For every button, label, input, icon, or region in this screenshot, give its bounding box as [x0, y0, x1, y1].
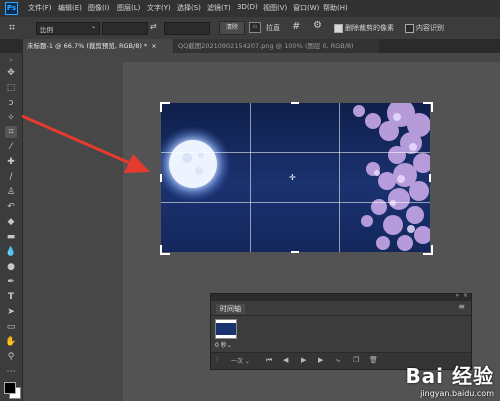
menu-item[interactable]: 选择(S) — [177, 3, 201, 13]
first-frame-icon[interactable]: ⏮ — [266, 356, 272, 365]
crop-center-marker: ✛ — [289, 173, 296, 182]
watermark-url: jingyan.baidu.com — [420, 389, 494, 398]
pen-tool-icon[interactable]: ✒ — [5, 276, 17, 288]
swap-icon[interactable]: ⇄ — [150, 22, 157, 31]
tab-untitled-1[interactable]: 未标题-1 @ 66.7% (裁剪预览, RGB/8) * × — [23, 39, 173, 53]
ratio-select[interactable]: 比例 ⌄ — [36, 22, 100, 35]
close-panel-icon[interactable]: × — [463, 292, 468, 299]
crop-preview-image[interactable]: ✛ — [161, 103, 430, 252]
lasso-tool-icon[interactable]: ↄ — [5, 97, 17, 109]
timeline-tab[interactable]: 时间轴 — [216, 304, 245, 314]
menu-bar: Ps 文件(F) 编辑(E) 图像(I) 图层(L) 文字(Y) 选择(S) 滤镜(T) 3D… — [0, 0, 500, 17]
crop-corner-handle[interactable] — [423, 245, 433, 255]
collapse-panel-icon[interactable]: » — [455, 292, 459, 299]
timeline-tab-row: 时间轴 ≡ — [211, 301, 471, 316]
delete-pixels-checkbox[interactable] — [334, 24, 343, 33]
ratio-select-value: 比例 — [40, 26, 53, 34]
tab-label: 未标题-1 @ 66.7% (裁剪预览, RGB/8) * — [27, 42, 148, 50]
type-tool-icon[interactable]: T — [5, 291, 17, 303]
hand-tool-icon[interactable]: ✋ — [5, 336, 17, 348]
crop-edge-handle[interactable] — [291, 251, 299, 253]
gear-icon[interactable]: ⚙ — [313, 20, 322, 31]
crop-tool-icon[interactable]: ⌗ — [5, 21, 19, 35]
content-aware-checkbox[interactable] — [405, 24, 414, 33]
content-aware-label: 内容识别 — [416, 24, 444, 32]
height-field[interactable] — [164, 22, 210, 35]
crop-edge-handle[interactable] — [291, 102, 299, 104]
tween-icon[interactable]: ⤷ — [336, 356, 340, 365]
dodge-tool-icon[interactable]: ● — [5, 261, 17, 273]
crop-edge-handle[interactable] — [429, 174, 431, 182]
menu-item[interactable]: 图像(I) — [88, 3, 110, 13]
annotation-arrow — [21, 114, 150, 173]
chevron-down-icon: ⌄ — [90, 23, 96, 30]
more-tools-icon[interactable]: ⋯ — [5, 366, 17, 378]
crop-grid-line — [161, 152, 430, 153]
menu-item[interactable]: 文字(Y) — [147, 3, 171, 13]
previous-frame-icon[interactable]: ◀ — [283, 356, 288, 364]
moon — [169, 140, 217, 188]
tab-qq-screenshot[interactable]: QQ截图20210902154207.png @ 100% (图层 0, RGB… — [174, 39, 379, 53]
loop-select[interactable]: 一次 ⌄ — [231, 356, 250, 365]
straighten-icon[interactable]: ▭ — [249, 22, 261, 33]
document-tab-bar: 未标题-1 @ 66.7% (裁剪预览, RGB/8) * × QQ截图2021… — [0, 39, 500, 53]
eraser-tool-icon[interactable]: ◆ — [5, 216, 17, 228]
grid-overlay-icon[interactable]: # — [292, 21, 300, 32]
photoshop-logo-icon: Ps — [5, 2, 18, 15]
crop-edge-handle[interactable] — [160, 174, 162, 182]
panel-header-bar: » × — [211, 292, 471, 301]
convert-icon[interactable]: ⫶ — [216, 356, 218, 365]
marquee-tool-icon[interactable]: ⬚ — [5, 82, 17, 94]
rectangle-tool-icon[interactable]: ▭ — [5, 321, 17, 333]
timeline-panel: » × 时间轴 ≡ 0 秒⌄ ⫶ 一次 ⌄ ⏮ ◀ ▶ ▶ ⤷ ❐ 🗑 — [210, 292, 472, 370]
zoom-tool-icon[interactable]: ⚲ — [5, 351, 17, 363]
tab-label: QQ截图20210902154207.png @ 100% (图层 0, RGB… — [178, 42, 354, 50]
blur-tool-icon[interactable]: 💧 — [5, 246, 17, 258]
crop-grid-line — [339, 103, 340, 252]
stamp-tool-icon[interactable]: ♙ — [5, 186, 17, 198]
menu-item[interactable]: 滤镜(T) — [207, 3, 231, 13]
frame-thumbnail[interactable] — [215, 319, 237, 339]
options-bar: ⌗ 比例 ⌄ ⇄ 清除 ▭ 拉直 # ⚙ 删除裁剪的像素 内容识别 — [0, 17, 500, 40]
duplicate-frame-icon[interactable]: ❐ — [353, 356, 359, 364]
menu-item[interactable]: 编辑(E) — [58, 3, 82, 13]
menu-item[interactable]: 窗口(W) — [293, 3, 319, 13]
delete-pixels-label: 删除裁剪的像素 — [345, 24, 394, 32]
collapse-icon[interactable]: » — [5, 55, 17, 67]
play-icon[interactable]: ▶ — [301, 356, 306, 364]
crop-grid-line — [250, 103, 251, 252]
crop-corner-handle[interactable] — [160, 102, 170, 112]
gradient-tool-icon[interactable]: ▬ — [5, 231, 17, 243]
crop-corner-handle[interactable] — [423, 102, 433, 112]
crop-grid-line — [161, 202, 430, 203]
tools-panel: » ✥ ⬚ ↄ ✧ ⌗ ⁄ ✚ ∕ ♙ ↶ ◆ ▬ 💧 ● ✒ T ➤ ▭ ✋ … — [0, 53, 23, 401]
move-tool-icon[interactable]: ✥ — [5, 67, 17, 79]
panel-menu-icon[interactable]: ≡ — [458, 302, 465, 311]
menu-item[interactable]: 文件(F) — [28, 3, 52, 13]
straighten-label: 拉直 — [266, 24, 280, 32]
frame-delay[interactable]: 0 秒⌄ — [215, 340, 232, 349]
clear-button[interactable]: 清除 — [219, 21, 245, 35]
chevron-down-icon: ⌄ — [226, 342, 232, 349]
delete-frame-icon[interactable]: 🗑 — [369, 356, 378, 364]
close-icon[interactable]: × — [151, 42, 156, 50]
menu-item[interactable]: 3D(D) — [237, 3, 258, 11]
cherry-blossom-branches — [353, 103, 430, 251]
menu-item[interactable]: 帮助(H) — [323, 3, 348, 13]
foreground-color-swatch[interactable] — [4, 382, 16, 394]
width-field[interactable] — [102, 22, 148, 35]
menu-item[interactable]: 视图(V) — [263, 3, 287, 13]
next-frame-icon[interactable]: ▶ — [318, 356, 323, 364]
watermark-logo: Bai 经验 — [405, 364, 494, 388]
crop-corner-handle[interactable] — [160, 245, 170, 255]
baidu-jingyan-watermark: Bai 经验 jingyan.baidu.com — [405, 360, 494, 398]
history-brush-icon[interactable]: ↶ — [5, 201, 17, 213]
menu-item[interactable]: 图层(L) — [117, 3, 140, 13]
path-selection-icon[interactable]: ➤ — [5, 306, 17, 318]
